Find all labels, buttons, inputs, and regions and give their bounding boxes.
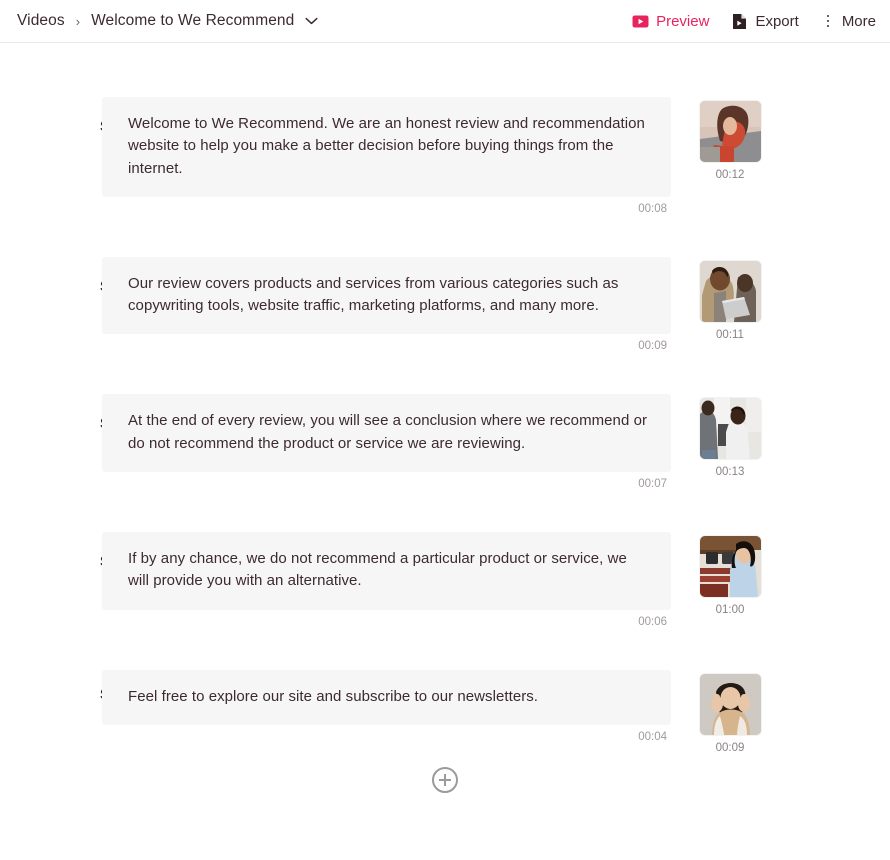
script-bubble-column: Welcome to We Recommend. We are an hones… — [102, 97, 671, 215]
clip-duration: 00:13 — [715, 466, 745, 479]
clip-thumbnail-column: 00:11 — [695, 257, 765, 341]
plus-icon — [439, 773, 451, 786]
script-text-bubble[interactable]: If by any chance, we do not recommend a … — [102, 532, 671, 610]
add-scene-button[interactable] — [432, 766, 458, 793]
script-text: Feel free to explore our site and subscr… — [128, 687, 539, 705]
clip-thumbnail[interactable] — [699, 101, 761, 162]
script-text: Our review covers products and services … — [128, 274, 619, 315]
script-text-bubble[interactable]: At the end of every review, you will see… — [102, 394, 671, 473]
clip-thumbnail-column: 01:00 — [695, 532, 765, 616]
script-text: If by any chance, we do not recommend a … — [128, 550, 627, 590]
clip-thumbnail[interactable] — [699, 398, 761, 460]
speaker-name: Sara — [0, 532, 131, 570]
script-scroll-area[interactable]: Sara Welcome to We Recommend. We are an … — [0, 43, 890, 860]
app-header: Videos › Welcome to We Recommend Preview — [0, 0, 890, 43]
speaker-name: Sara — [0, 394, 131, 432]
audio-duration: 00:09 — [638, 340, 667, 353]
speaker-name: Sara — [0, 670, 131, 703]
audio-duration: 00:08 — [638, 202, 667, 215]
script-bubble-column: If by any chance, we do not recommend a … — [102, 532, 671, 628]
add-scene-wrapper — [0, 766, 890, 793]
script-bubble-column: Our review covers products and services … — [102, 256, 671, 353]
speaker-name: Sara — [0, 257, 131, 295]
clip-duration: 00:11 — [716, 328, 744, 341]
script-bubble-column: Feel free to explore our site and subscr… — [102, 669, 671, 743]
script-row[interactable]: Sara Feel free to explore our site and s… — [0, 669, 890, 754]
preview-button[interactable]: Preview — [632, 13, 709, 30]
clip-duration: 00:12 — [715, 169, 745, 181]
script-row[interactable]: Sara At the end of every review, you wil… — [0, 394, 890, 490]
clip-thumbnail-column: 00:12 — [695, 97, 765, 181]
header-actions: Preview Export More — [632, 13, 876, 30]
play-video-icon — [632, 13, 649, 30]
clip-thumbnail-column: 00:09 — [695, 670, 765, 754]
script-text: Welcome to We Recommend. We are an hones… — [128, 115, 645, 177]
document-export-icon — [731, 13, 748, 30]
script-text-bubble[interactable]: Feel free to explore our site and subscr… — [102, 669, 671, 725]
script-text: At the end of every review, you will see… — [128, 412, 648, 452]
clip-duration: 01:00 — [715, 604, 745, 617]
export-label: Export — [755, 12, 799, 30]
script-row[interactable]: Sara Welcome to We Recommend. We are an … — [0, 97, 890, 215]
script-bubble-column: At the end of every review, you will see… — [102, 394, 671, 490]
more-button[interactable]: More — [821, 13, 876, 30]
breadcrumb-separator-icon: › — [75, 13, 81, 29]
clip-thumbnail[interactable] — [699, 536, 761, 598]
script-row[interactable]: Sara Our review covers products and serv… — [0, 256, 890, 353]
export-button[interactable]: Export — [731, 12, 799, 30]
breadcrumb-videos-link[interactable]: Videos — [17, 12, 65, 30]
speaker-name: Sara — [0, 97, 131, 135]
audio-duration: 00:07 — [638, 478, 667, 491]
clip-thumbnail[interactable] — [699, 260, 761, 322]
script-text-bubble[interactable]: Welcome to We Recommend. We are an hones… — [102, 97, 671, 197]
audio-duration: 00:04 — [638, 730, 667, 743]
preview-label: Preview — [656, 12, 710, 30]
page-title: Welcome to We Recommend — [91, 12, 295, 29]
script-row[interactable]: Sara If by any chance, we do not recomme… — [0, 532, 890, 628]
script-text-bubble[interactable]: Our review covers products and services … — [102, 256, 671, 335]
more-label: More — [841, 12, 876, 30]
audio-duration: 00:06 — [638, 615, 667, 628]
clip-thumbnail[interactable] — [699, 673, 761, 735]
breadcrumb: Videos › Welcome to We Recommend — [17, 12, 318, 30]
clip-duration: 00:09 — [715, 741, 745, 754]
chevron-down-icon[interactable] — [305, 17, 318, 25]
clip-thumbnail-column: 00:13 — [695, 394, 765, 478]
more-vertical-icon — [821, 13, 835, 30]
